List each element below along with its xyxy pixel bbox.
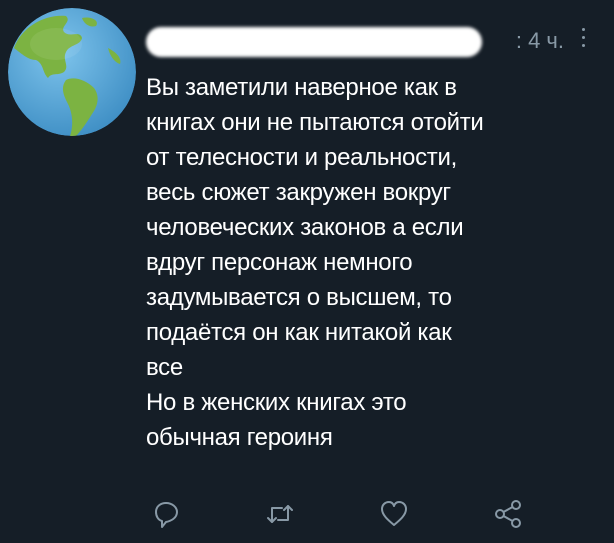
like-icon <box>381 501 407 526</box>
tweet-line: задумывается о высшем, то <box>146 284 452 311</box>
tweet-meta: : 4 ч. <box>516 28 564 54</box>
tweet[interactable]: : 4 ч. Вы заметили наверное как в книгах… <box>0 0 614 543</box>
tweet-line: все <box>146 354 183 381</box>
reply-icon <box>155 502 178 528</box>
tweet-line: вдруг персонаж немного <box>146 249 413 276</box>
tweet-line: весь сюжет закружен вокруг <box>146 179 451 206</box>
globe-icon <box>8 8 136 136</box>
tweet-text: Вы заметили наверное как в книгах они не… <box>146 70 586 455</box>
retweet-icon <box>267 505 293 523</box>
tweet-line: от телесности и реальности, <box>146 144 457 171</box>
tweet-line: Но в женских книгах это <box>146 389 407 416</box>
meta-separator: : <box>515 28 522 53</box>
tweet-line: Вы заметили наверное как в <box>146 74 457 101</box>
like-button[interactable] <box>378 498 410 530</box>
redacted-username <box>146 27 482 57</box>
retweet-button[interactable] <box>264 498 296 530</box>
tweet-line: подаётся он как нитакой как <box>146 319 452 346</box>
share-icon <box>495 500 521 528</box>
avatar[interactable] <box>8 8 136 136</box>
tweet-line: обычная героиня <box>146 424 333 451</box>
tweet-line: книгах они не пытаются отойти <box>146 109 484 136</box>
reply-button[interactable] <box>150 498 182 530</box>
share-button[interactable] <box>492 498 524 530</box>
tweet-time[interactable]: 4 ч. <box>528 28 564 53</box>
tweet-line: человеческих законов а если <box>146 214 464 241</box>
more-options-icon[interactable] <box>580 28 586 52</box>
tweet-actions <box>146 498 526 532</box>
